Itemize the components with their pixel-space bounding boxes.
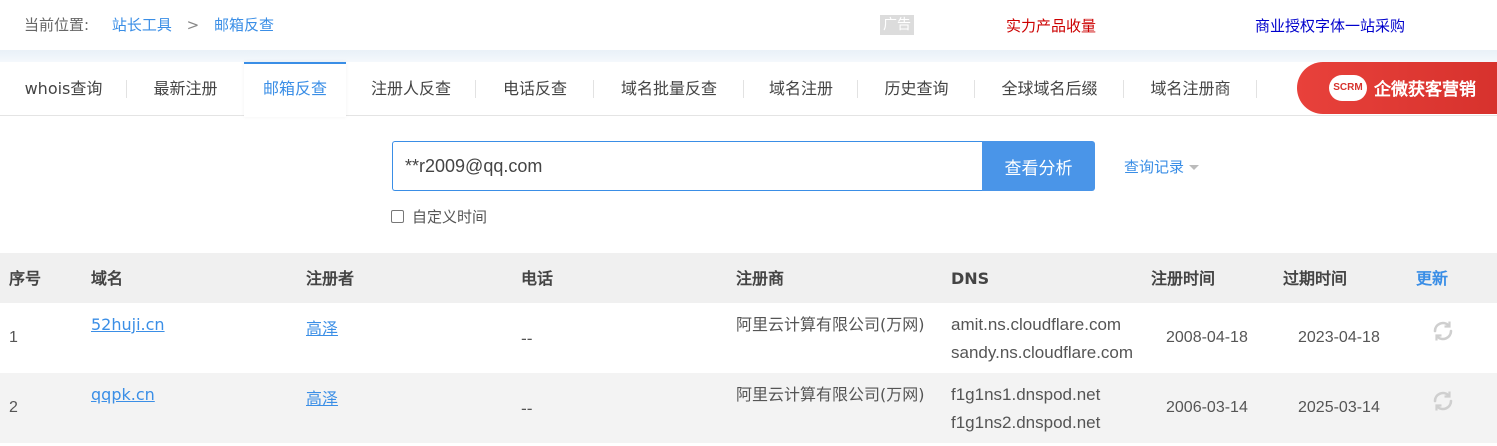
tab-latest-registered[interactable]: 最新注册 [127, 62, 244, 116]
tab-label: 注册人反查 [370, 79, 451, 98]
tab-domain-register[interactable]: 域名注册 [744, 62, 858, 116]
header-divider [0, 50, 1497, 62]
header-phone: 电话 [521, 269, 554, 288]
refresh-icon[interactable] [1431, 319, 1455, 343]
registrar-value: 阿里云计算有限公司(万网) [736, 385, 925, 404]
registrant-link[interactable]: 高泽 [306, 385, 338, 409]
breadcrumb: 当前位置: 站长工具 > 邮箱反查 [24, 14, 274, 35]
query-history-dropdown[interactable]: 查询记录 [1124, 156, 1200, 177]
table-header: 序号 域名 注册者 电话 注册商 DNS 注册时间 过期时间 更新 [0, 253, 1497, 303]
expires-date: 2025-03-14 [1298, 399, 1380, 416]
top-bar: 当前位置: 站长工具 > 邮箱反查 广告 实力产品收量 商业授权字体一站采购 [0, 0, 1497, 50]
refresh-icon[interactable] [1431, 389, 1455, 413]
created-date: 2006-03-14 [1166, 399, 1248, 416]
ad-link-blue[interactable]: 商业授权字体一站采购 [1255, 15, 1405, 36]
header-registrar: 注册商 [736, 269, 785, 288]
registrar-value: 阿里云计算有限公司(万网) [736, 315, 925, 334]
header-created: 注册时间 [1151, 269, 1216, 288]
tab-whois[interactable]: whois查询 [0, 62, 127, 116]
header-expires: 过期时间 [1283, 269, 1348, 288]
promo-banner[interactable]: SCRM 企微获客营销 [1297, 62, 1497, 114]
tab-registrant-lookup[interactable]: 注册人反查 [346, 62, 476, 116]
custom-time-checkbox[interactable]: 自定义时间 [391, 206, 487, 227]
domain-link[interactable]: 52huji.cn [91, 315, 165, 334]
phone-value: -- [521, 329, 533, 348]
registrant-link[interactable]: 高泽 [306, 315, 338, 339]
tab-history[interactable]: 历史查询 [858, 62, 975, 116]
dns-server: amit.ns.cloudflare.com [951, 315, 1122, 334]
phone-value: -- [521, 399, 533, 418]
domain-link[interactable]: qqpk.cn [91, 385, 155, 404]
tab-label: 电话反查 [502, 79, 567, 98]
ad-tag: 广告 [880, 15, 914, 35]
header-domain: 域名 [91, 269, 124, 288]
tab-global-suffix[interactable]: 全球域名后缀 [975, 62, 1124, 116]
dns-server: f1g1ns1.dnspod.net [951, 385, 1101, 404]
tab-label: 最新注册 [153, 79, 218, 98]
table-row: 1 52huji.cn 高泽 -- 阿里云计算有限公司(万网) amit.ns.… [0, 303, 1497, 373]
dns-server: f1g1ns2.dnspod.net [951, 413, 1101, 432]
header-index: 序号 [9, 269, 42, 288]
tab-label: 历史查询 [884, 79, 949, 98]
header-update[interactable]: 更新 [1416, 253, 1448, 303]
table-row: 2 qqpk.cn 高泽 -- 阿里云计算有限公司(万网) f1g1ns1.dn… [0, 373, 1497, 443]
tab-label: 域名注册商 [1150, 79, 1231, 98]
checkbox-icon[interactable] [391, 210, 404, 223]
created-date: 2008-04-18 [1166, 329, 1248, 346]
analyze-button[interactable]: 查看分析 [982, 141, 1095, 191]
tab-bar: whois查询 最新注册 邮箱反查 注册人反查 电话反查 域名批量反查 域名注册… [0, 62, 1497, 117]
scrm-badge: SCRM [1329, 75, 1367, 101]
tab-label: 邮箱反查 [262, 79, 327, 98]
breadcrumb-lead: 当前位置: [24, 16, 90, 34]
row-index: 1 [9, 329, 18, 346]
custom-time-label: 自定义时间 [412, 208, 488, 226]
breadcrumb-item-tools[interactable]: 站长工具 [112, 16, 172, 34]
promo-text: 企微获客营销 [1374, 80, 1476, 100]
dns-list: f1g1ns1.dnspod.net f1g1ns2.dnspod.net [951, 381, 1100, 437]
email-search-input[interactable] [392, 141, 982, 191]
tab-phone-lookup[interactable]: 电话反查 [476, 62, 594, 116]
expires-date: 2023-04-18 [1298, 329, 1380, 346]
header-registrant: 注册者 [306, 269, 355, 288]
breadcrumb-item-email-lookup[interactable]: 邮箱反查 [214, 16, 274, 34]
row-index: 2 [9, 399, 18, 416]
ad-link-red[interactable]: 实力产品收量 [1006, 15, 1096, 36]
tab-label: 全球域名后缀 [1001, 79, 1098, 98]
tab-label: 域名批量反查 [620, 79, 717, 98]
dns-list: amit.ns.cloudflare.com sandy.ns.cloudfla… [951, 311, 1133, 367]
tab-batch-lookup[interactable]: 域名批量反查 [594, 62, 744, 116]
tab-label: whois查询 [24, 79, 103, 98]
query-history-label: 查询记录 [1124, 158, 1185, 176]
dns-server: sandy.ns.cloudflare.com [951, 343, 1134, 362]
breadcrumb-separator: > [186, 16, 200, 34]
tab-label: 域名注册 [768, 79, 833, 98]
tab-registrars[interactable]: 域名注册商 [1124, 62, 1257, 116]
caret-down-icon [1189, 165, 1200, 170]
tab-email-lookup[interactable]: 邮箱反查 [244, 62, 346, 117]
header-dns: DNS [951, 269, 990, 288]
